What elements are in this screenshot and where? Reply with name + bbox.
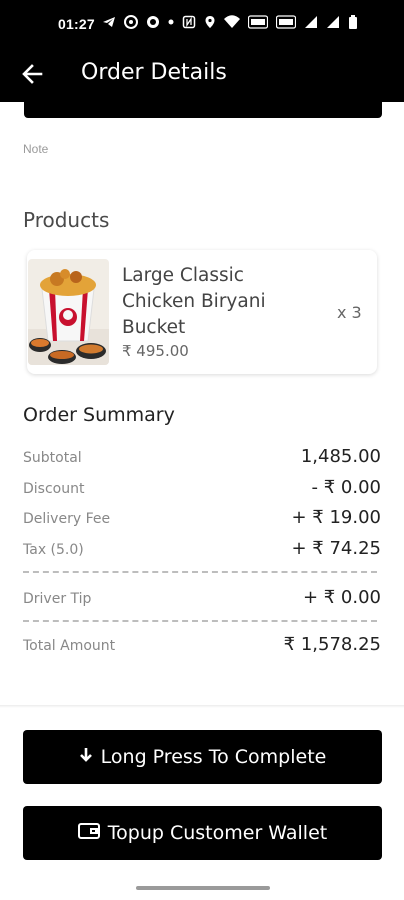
summary-row-delivery-fee: Delivery Fee + ₹ 19.00: [23, 507, 381, 533]
summary-label: Driver Tip: [23, 591, 92, 607]
app-bar: Order Details: [0, 50, 404, 102]
telegram-icon: [102, 15, 116, 34]
summary-label: Subtotal: [23, 450, 82, 466]
summary-label: Delivery Fee: [23, 511, 111, 527]
status-bar: 01:27: [0, 0, 404, 50]
summary-label: Discount: [23, 481, 85, 497]
summary-row-driver-tip: Driver Tip + ₹ 0.00: [23, 587, 381, 613]
summary-divider: [23, 571, 377, 573]
signal-icon: [326, 15, 340, 34]
summary-value: - ₹ 0.00: [311, 477, 381, 498]
volte-icon: [247, 15, 269, 34]
status-icons: [102, 15, 358, 34]
battery-icon: [348, 15, 358, 34]
summary-value: + ₹ 74.25: [291, 538, 381, 559]
long-press-complete-button[interactable]: Long Press To Complete: [23, 730, 382, 784]
wifi-icon: [224, 15, 240, 34]
product-name: Large Classic Chicken Biryani Bucket: [122, 265, 266, 338]
complete-button-label: Long Press To Complete: [100, 746, 327, 768]
status-time: 01:27: [58, 16, 95, 32]
summary-label: Tax (5.0): [23, 542, 84, 558]
topup-wallet-button[interactable]: Topup Customer Wallet: [23, 806, 382, 860]
summary-label: Total Amount: [23, 638, 116, 654]
nfc-icon: [182, 15, 196, 34]
summary-divider: [23, 620, 377, 622]
summary-value: + ₹ 19.00: [291, 507, 381, 528]
product-quantity: x 3: [337, 303, 362, 322]
order-summary-title: Order Summary: [23, 404, 175, 426]
summary-value: + ₹ 0.00: [302, 587, 381, 608]
summary-row-discount: Discount - ₹ 0.00: [23, 477, 381, 503]
dot-icon: [168, 15, 174, 34]
summary-value: 1,485.00: [300, 446, 381, 467]
back-arrow-icon[interactable]: [18, 60, 46, 88]
location-icon: [204, 15, 216, 34]
page-title: Order Details: [81, 60, 227, 85]
summary-row-subtotal: Subtotal 1,485.00: [23, 446, 381, 472]
volte-icon: [275, 15, 297, 34]
chrome-icon: [124, 15, 138, 34]
summary-row-total: Total Amount ₹ 1,578.25: [23, 634, 381, 660]
signal-icon: [304, 15, 318, 34]
product-card[interactable]: Large Classic Chicken Biryani Bucket ₹ 4…: [27, 250, 377, 374]
note-field[interactable]: [24, 102, 382, 118]
product-price: ₹ 495.00: [122, 342, 189, 360]
arrow-down-icon: [79, 746, 93, 768]
top-bar: 01:27 Order Details: [0, 0, 404, 102]
sync-icon: [146, 15, 160, 34]
total-amount-value: ₹ 1,578.25: [283, 634, 381, 655]
bottom-panel-divider: [0, 705, 404, 708]
home-indicator[interactable]: [136, 886, 270, 890]
product-image: [28, 259, 109, 365]
topup-button-label: Topup Customer Wallet: [107, 822, 328, 844]
wallet-icon: [77, 822, 100, 844]
note-label: Note: [23, 142, 49, 156]
summary-row-tax: Tax (5.0) + ₹ 74.25: [23, 538, 381, 564]
products-title: Products: [23, 208, 110, 232]
